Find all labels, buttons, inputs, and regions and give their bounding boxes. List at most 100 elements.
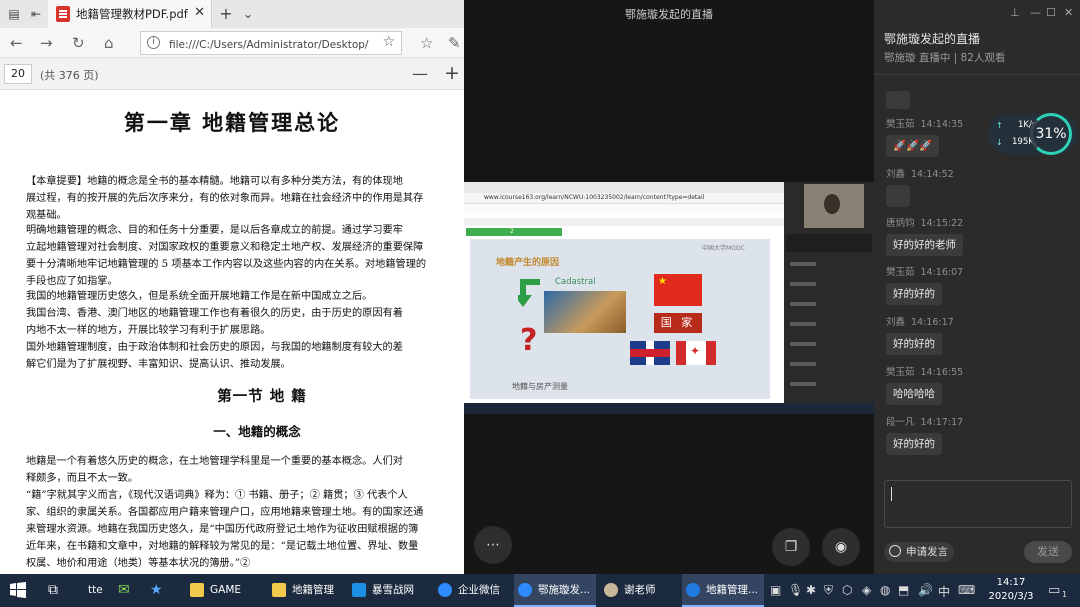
text-line: “籍”字就其字义而言，《现代汉语词典》释为：① 书籍、册子；② 籍贯；③ 代表个… bbox=[26, 490, 408, 501]
maximize-icon[interactable]: ☐ bbox=[1046, 6, 1056, 19]
chat-time: 14:16:07 bbox=[920, 267, 964, 278]
empty-message-bubble bbox=[886, 91, 910, 109]
home-icon[interactable]: ⌂ bbox=[104, 35, 114, 51]
favorites-icon[interactable]: ☆ bbox=[420, 35, 433, 51]
canada-flag-icon bbox=[676, 341, 716, 365]
panel-row bbox=[790, 322, 816, 326]
pen-icon[interactable]: ✎ bbox=[448, 35, 461, 51]
more-options-icon[interactable]: ⋯ bbox=[474, 526, 512, 564]
zoom-out-icon[interactable]: — bbox=[412, 64, 428, 83]
chat-message: 唐炳钧 14:15:22 好的好的老师 bbox=[886, 215, 963, 256]
forward-arrow-icon[interactable]: → bbox=[40, 35, 53, 51]
chat-user: 刘鑫 bbox=[886, 169, 906, 180]
taskbar-app-battlenet[interactable]: 暴雪战网 bbox=[348, 574, 428, 607]
task-view-icon[interactable]: ⧉ bbox=[48, 574, 64, 607]
slide-label: 国 家 bbox=[654, 313, 702, 333]
back-tabs-icon[interactable]: ⇤ bbox=[28, 6, 44, 22]
input-language[interactable]: 中 bbox=[938, 583, 950, 600]
chat-text: 好的好的 bbox=[886, 433, 942, 455]
view-toggle-icon[interactable]: ◉ bbox=[822, 528, 860, 566]
new-tab-icon[interactable]: + bbox=[218, 6, 234, 22]
taskbar-app-game[interactable]: GAME bbox=[186, 574, 262, 607]
taskbar-app-label: 地籍管理... bbox=[706, 584, 759, 596]
close-tab-icon[interactable]: ✕ bbox=[194, 5, 205, 20]
taskbar-app-label: GAME bbox=[210, 584, 242, 596]
text-line: 立起地籍管理对社会制度、对国家政权的重要意义和稳定土地产权、发展经济的重要保障 bbox=[26, 242, 424, 253]
mini-info-card bbox=[786, 234, 872, 252]
close-icon[interactable]: ✕ bbox=[1064, 6, 1073, 19]
start-button[interactable] bbox=[10, 574, 28, 607]
shared-progress-bar: 2 bbox=[466, 228, 562, 236]
tray-app-icon[interactable]: ◍ bbox=[880, 583, 890, 597]
tray-bluetooth-icon[interactable]: ✱ bbox=[806, 583, 816, 597]
address-bar[interactable]: i file:///C:/Users/Administrator/Desktop… bbox=[140, 31, 402, 55]
taskbar-clock[interactable]: 14:17 2020/3/3 bbox=[988, 576, 1034, 604]
shared-url: www.icourse163.org/learn/NCWU-1003235002… bbox=[484, 194, 705, 201]
taskbar-app-wecom[interactable]: 企业微信 bbox=[434, 574, 510, 607]
folder-icon bbox=[190, 583, 204, 597]
volume-icon[interactable]: 🔊 bbox=[918, 583, 933, 597]
shared-screen[interactable]: www.icourse163.org/learn/NCWU-1003235002… bbox=[464, 182, 874, 414]
battlenet-icon bbox=[352, 583, 366, 597]
paragraph-summary: 【本章提要】地籍的概念是全书的基本精髓。地籍可以有多种分类方法，有的体现地 展过… bbox=[26, 173, 464, 224]
chat-time: 14:14:52 bbox=[911, 169, 954, 180]
chat-user: 樊玉茹 bbox=[886, 367, 915, 378]
text-line: 解它们是为了扩展视野、丰富知识、提高认识、推动发展。 bbox=[26, 359, 291, 370]
microphone-icon[interactable]: 🎙 bbox=[788, 583, 803, 597]
page-count: (共 376 页) bbox=[40, 69, 99, 82]
tab-actions-icon[interactable]: ▤ bbox=[6, 6, 22, 22]
favorite-star-icon[interactable]: ☆ bbox=[382, 34, 395, 50]
tray-app-icon[interactable]: ▣ bbox=[770, 583, 781, 597]
taskbar-app-live[interactable]: 鄂施璇发... bbox=[514, 574, 596, 607]
shield-icon[interactable]: ⛨ bbox=[824, 583, 833, 598]
pin-icon[interactable]: ⊥ bbox=[1010, 6, 1020, 19]
back-arrow-icon[interactable]: ← bbox=[10, 35, 23, 51]
taskbar-app-teacher[interactable]: 谢老师 bbox=[600, 574, 672, 607]
apply-speak-button[interactable]: 申请发言 bbox=[884, 542, 954, 562]
send-button[interactable]: 发送 bbox=[1024, 541, 1072, 563]
chat-input[interactable] bbox=[884, 480, 1072, 528]
chat-message: 段一凡 14:17:17 好的好的 bbox=[886, 414, 963, 455]
text-line: 我国台湾、香港、澳门地区的地籍管理工作也有着很久的历史，由于历史的原因有着 bbox=[26, 308, 403, 319]
text-line: 【本章提要】地籍的概念是全书的基本精髓。地籍可以有多种分类方法，有的体现地 bbox=[26, 176, 403, 187]
slide-term: Cadastral bbox=[555, 277, 596, 287]
tray-app-icon[interactable]: ⬡ bbox=[842, 583, 852, 597]
lecture-slide: 中国大学MOOC 地籍产生的原因 Cadastral ? 国 家 地籍与房产测量 bbox=[470, 239, 770, 399]
taskbar-app-edge[interactable]: 地籍管理... bbox=[682, 574, 764, 607]
text-line: 近年来，在书籍和文章中，对地籍的解释较为常见的是：“是记载土地位置、界址、数量 bbox=[26, 541, 419, 552]
chat-user: 段一凡 bbox=[886, 417, 915, 428]
paragraph-goals: 明确地籍管理的概念、目的和任务十分重要，是以后各章成立的前提。通过学习要牢 立起… bbox=[26, 222, 464, 290]
zoom-in-icon[interactable]: + bbox=[444, 62, 460, 84]
browser-tab-pdf[interactable]: 地籍管理教材PDF.pdf ✕ bbox=[48, 0, 212, 28]
page-number-input[interactable]: 20 bbox=[4, 64, 32, 84]
live-app-icon bbox=[518, 583, 532, 597]
text-line: 地籍是一个有着悠久历史的概念，在土地管理学科里是一个重要的基本概念。人们对 bbox=[26, 456, 403, 467]
chat-message: 刘鑫 14:14:52 bbox=[886, 166, 954, 211]
taskbar-app-tte[interactable]: tte bbox=[88, 574, 103, 607]
minimize-icon[interactable]: — bbox=[1030, 6, 1041, 19]
live-stream-area: 鄂施璇发起的直播 www.icourse163.org/learn/NCWU-1… bbox=[464, 0, 874, 574]
pinned-app-icon[interactable]: ★ bbox=[150, 574, 163, 607]
chat-time: 14:17:17 bbox=[920, 417, 964, 428]
chat-user: 唐炳钧 bbox=[886, 218, 915, 229]
section-number: 2 bbox=[510, 228, 514, 235]
clock-time: 14:17 bbox=[996, 577, 1026, 588]
taskbar-app-folder[interactable]: 地籍管理 bbox=[268, 574, 342, 607]
tray-app-icon[interactable]: ◈ bbox=[862, 583, 871, 597]
keyboard-icon[interactable]: ⌨ bbox=[958, 583, 975, 597]
folder-icon bbox=[272, 583, 286, 597]
info-icon: i bbox=[147, 36, 160, 49]
chat-message: 刘鑫 14:16:17 好的好的 bbox=[886, 314, 954, 355]
refresh-icon[interactable]: ↻ bbox=[72, 35, 85, 51]
hand-icon bbox=[889, 545, 901, 557]
network-icon[interactable]: ⬒ bbox=[898, 583, 909, 597]
shared-course-nav bbox=[464, 218, 784, 226]
wechat-icon[interactable]: ✉ bbox=[118, 574, 130, 607]
notification-icon[interactable]: ▭ bbox=[1048, 583, 1060, 598]
window-switch-icon[interactable]: ❐ bbox=[772, 528, 810, 566]
pdf-file-icon bbox=[56, 6, 70, 22]
pdf-browser-window: ▤ ⇤ 地籍管理教材PDF.pdf ✕ + ⌄ ← → ↻ ⌂ i file:/… bbox=[0, 0, 464, 574]
chat-user: 樊玉茹 bbox=[886, 119, 915, 130]
tab-list-chevron-icon[interactable]: ⌄ bbox=[240, 6, 256, 22]
paragraph-history: 我国的地籍管理历史悠久，但是系统全面开展地籍工作是在新中国成立之后。 我国台湾、… bbox=[26, 288, 464, 373]
